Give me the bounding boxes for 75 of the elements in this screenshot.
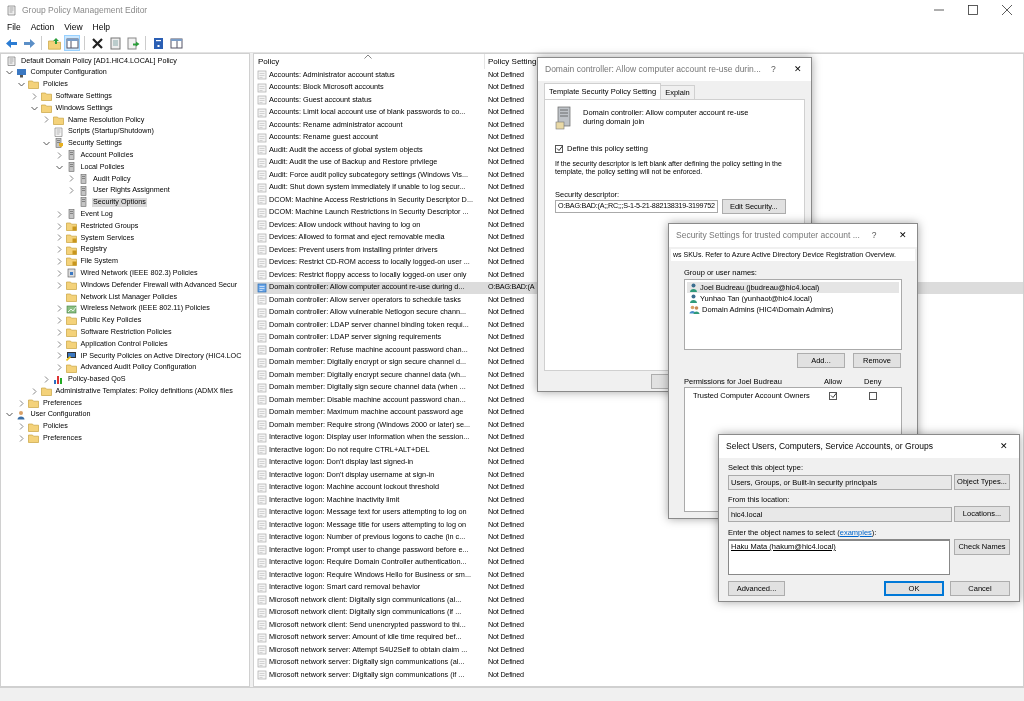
folder-icon: [53, 114, 64, 125]
dialog-title: Domain controller: Allow computer account re-use durin...: [545, 64, 761, 75]
users-icon: [689, 305, 700, 314]
folder-up-icon: [47, 36, 61, 50]
server-shield-icon: [53, 138, 64, 149]
chevron-right-icon[interactable]: [17, 433, 27, 443]
computer-icon: [15, 67, 27, 78]
server-icon: [78, 185, 89, 196]
folder-icon: [28, 79, 39, 90]
folder-icon: [40, 386, 52, 397]
close-icon[interactable]: [1002, 5, 1012, 15]
folder-icon: [40, 103, 52, 114]
locked-folder-icon: [65, 244, 77, 255]
locked-folder-icon: [65, 221, 77, 232]
dialog-title: Select Users, Computers, Service Accounts, or Groups: [726, 441, 934, 452]
bar-chart-icon: [53, 374, 64, 385]
server-icon: [78, 173, 89, 184]
dialog-title: Security Settings for trusted computer account ...: [676, 230, 860, 241]
properties-icon: [108, 36, 122, 50]
close-button[interactable]: ✕: [989, 441, 1019, 452]
server-icon: [65, 209, 77, 220]
maximize-icon[interactable]: [968, 5, 978, 15]
chevron-down-icon[interactable]: [17, 80, 27, 89]
chevron-right-icon[interactable]: [17, 398, 27, 408]
folder-icon: [65, 315, 77, 326]
toolbar-button[interactable]: [89, 35, 105, 51]
server-icon: [65, 150, 77, 161]
forward-arrow-icon: [22, 36, 36, 50]
locked-folder-icon: [65, 256, 77, 267]
locked-folder-icon: [65, 232, 77, 243]
pane-icon: [65, 36, 79, 50]
menu-item[interactable]: File: [2, 21, 26, 33]
back-arrow-icon: [4, 36, 18, 50]
chart-icon: [65, 303, 77, 314]
folder-icon: [65, 327, 77, 338]
checkbox[interactable]: [555, 144, 563, 153]
user-icon: [689, 283, 698, 292]
book-icon: [151, 36, 165, 50]
chevron-right-icon[interactable]: [17, 422, 27, 432]
folder-icon: [65, 362, 77, 373]
help-button[interactable]: ?: [859, 230, 889, 241]
window-icon: [169, 36, 183, 50]
document-icon: [6, 55, 17, 66]
close-button[interactable]: ✕: [888, 230, 917, 241]
folder-icon: [28, 421, 39, 432]
folder-icon: [28, 433, 39, 444]
folder-icon: [40, 91, 52, 102]
close-button[interactable]: ✕: [785, 64, 811, 75]
column-header[interactable]: Policy: [254, 54, 485, 69]
folder-icon: [28, 398, 39, 408]
menu-item[interactable]: Action: [25, 21, 60, 33]
chevron-right-icon[interactable]: [67, 174, 77, 184]
server-icon: [65, 162, 77, 173]
document-icon: [53, 126, 64, 137]
chevron-right-icon[interactable]: [42, 115, 52, 125]
column-header[interactable]: Policy Setting: [485, 54, 537, 69]
window-title: Group Policy Management Editor: [22, 4, 149, 16]
network-icon: [65, 268, 77, 279]
chevron-right-icon[interactable]: [42, 374, 52, 384]
folder-icon: [65, 280, 77, 291]
folder-icon: [65, 339, 77, 349]
menu-item[interactable]: Help: [87, 21, 116, 33]
chevron-right-icon[interactable]: [67, 186, 77, 196]
user-icon: [689, 294, 698, 303]
help-button[interactable]: ?: [760, 64, 786, 75]
server-icon: [78, 197, 89, 208]
delete-icon: [90, 36, 104, 50]
user-icon: [15, 409, 27, 420]
monitor-icon: [65, 350, 77, 361]
checkbox[interactable]: [869, 391, 877, 400]
export-icon: [126, 36, 140, 50]
checkbox[interactable]: [829, 391, 837, 400]
app-icon: [6, 4, 17, 16]
folder-icon: [65, 291, 77, 302]
menu-item[interactable]: View: [59, 21, 88, 33]
